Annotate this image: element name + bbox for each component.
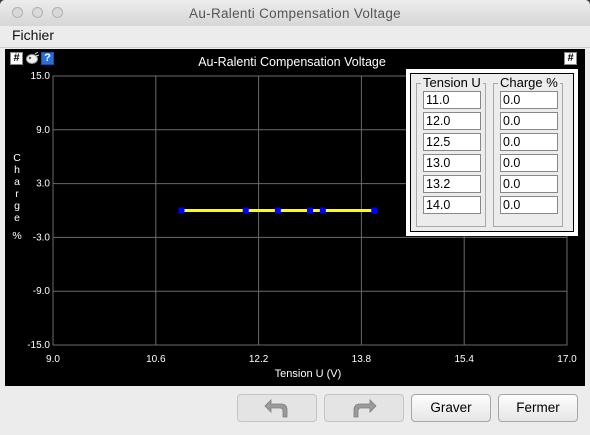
x-tick-label: 13.8 bbox=[352, 354, 372, 365]
hash-toggle-button-right[interactable]: # bbox=[564, 52, 577, 65]
data-point bbox=[319, 207, 326, 214]
data-point bbox=[371, 207, 378, 214]
charge-header: Charge % bbox=[498, 75, 560, 90]
y-tick-label: -9.0 bbox=[33, 286, 51, 297]
charge-cell[interactable]: 0.0 bbox=[500, 196, 558, 214]
tension-cell[interactable]: 14.0 bbox=[423, 196, 481, 214]
y-tick-label: 15.0 bbox=[31, 71, 51, 82]
bug-report-icon[interactable] bbox=[25, 51, 40, 65]
data-point bbox=[242, 207, 249, 214]
x-tick-label: 10.6 bbox=[146, 354, 166, 365]
tension-cell[interactable]: 12.5 bbox=[423, 133, 481, 151]
window-title: Au-Ralenti Compensation Voltage bbox=[189, 6, 401, 21]
y-axis-label-char: g bbox=[14, 200, 20, 212]
charge-cell[interactable]: 0.0 bbox=[500, 91, 558, 109]
data-table-inner: Tension U 11.0 12.0 12.5 13.0 13.2 14.0 … bbox=[410, 73, 574, 232]
charge-cell[interactable]: 0.0 bbox=[500, 133, 558, 151]
tension-cell[interactable]: 12.0 bbox=[423, 112, 481, 130]
graver-button[interactable]: Graver bbox=[411, 394, 491, 422]
tension-cell[interactable]: 13.0 bbox=[423, 154, 481, 172]
tension-cell[interactable]: 11.0 bbox=[423, 91, 481, 109]
y-axis-label-char: h bbox=[14, 164, 20, 176]
y-axis-label-char: r bbox=[15, 188, 19, 200]
y-axis-label-char: C bbox=[13, 152, 21, 164]
app-window: Au-Ralenti Compensation Voltage Fichier … bbox=[0, 0, 590, 435]
y-tick-label: -15.0 bbox=[27, 340, 50, 351]
charge-cell[interactable]: 0.0 bbox=[500, 154, 558, 172]
y-axis-label-char: e bbox=[14, 212, 20, 224]
redo-button[interactable] bbox=[324, 394, 404, 422]
tension-header: Tension U bbox=[421, 75, 483, 90]
data-point bbox=[274, 207, 281, 214]
y-tick-label: -3.0 bbox=[33, 232, 51, 243]
data-point bbox=[307, 207, 313, 214]
title-bar: Au-Ralenti Compensation Voltage bbox=[0, 0, 590, 27]
y-axis-label-char: % bbox=[12, 230, 21, 242]
menu-bar: Fichier bbox=[0, 26, 590, 48]
charge-cell[interactable]: 0.0 bbox=[500, 112, 558, 130]
x-axis-label: Tension U (V) bbox=[275, 368, 342, 380]
fermer-button[interactable]: Fermer bbox=[498, 394, 578, 422]
y-axis-label-char: a bbox=[14, 176, 20, 188]
x-tick-label: 17.0 bbox=[557, 354, 577, 365]
undo-arrow-icon bbox=[264, 399, 288, 418]
data-point bbox=[178, 207, 185, 214]
chart-title: Au-Ralenti Compensation Voltage bbox=[198, 55, 386, 69]
hash-toggle-button[interactable]: # bbox=[10, 52, 23, 65]
y-tick-label: 9.0 bbox=[36, 125, 50, 136]
tension-cell[interactable]: 13.2 bbox=[423, 175, 481, 193]
redo-arrow-icon bbox=[353, 399, 377, 418]
undo-button[interactable] bbox=[237, 394, 317, 422]
charge-column: Charge % 0.0 0.0 0.0 0.0 0.0 0.0 bbox=[493, 75, 563, 227]
help-button[interactable]: ? bbox=[41, 52, 54, 65]
x-tick-label: 9.0 bbox=[46, 354, 60, 365]
charge-cell[interactable]: 0.0 bbox=[500, 175, 558, 193]
data-table: Tension U 11.0 12.0 12.5 13.0 13.2 14.0 … bbox=[406, 69, 578, 236]
tension-column: Tension U 11.0 12.0 12.5 13.0 13.2 14.0 bbox=[416, 75, 486, 227]
y-tick-label: 3.0 bbox=[36, 179, 50, 190]
x-tick-label: 12.2 bbox=[249, 354, 269, 365]
x-tick-label: 15.4 bbox=[454, 354, 474, 365]
chart-panel: 9.0 10.6 12.2 13.8 15.4 17.0 15.0 9.0 3.0 -3.0 -9.… bbox=[5, 49, 585, 386]
menu-fichier[interactable]: Fichier bbox=[12, 27, 54, 43]
